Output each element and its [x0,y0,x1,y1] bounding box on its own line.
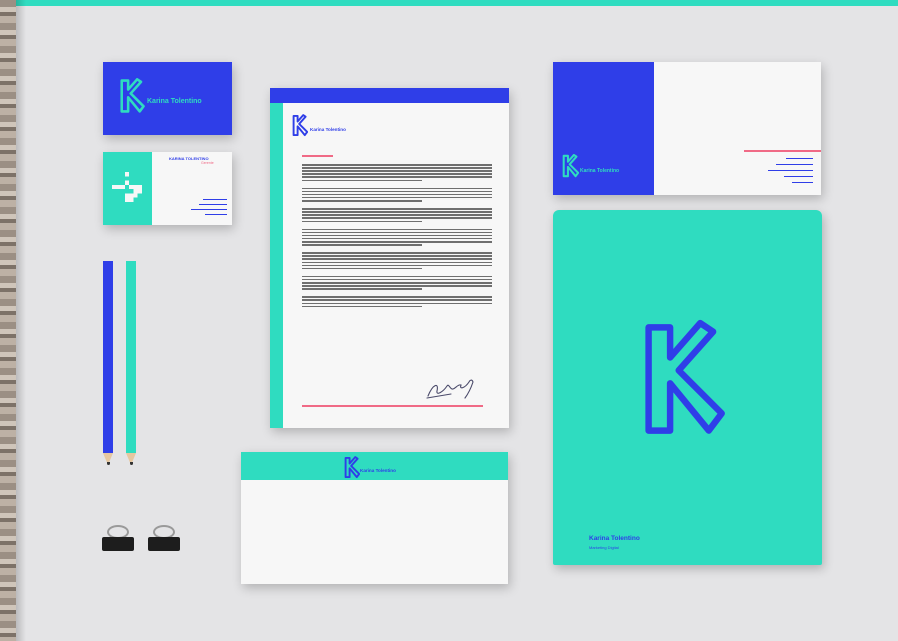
envelope-flap [241,452,508,480]
letter-text-line [302,208,492,210]
letterhead-footer-line [302,405,483,407]
letter-text-line [302,258,492,260]
address-line [768,170,813,172]
address-line [776,164,813,166]
letter-text-line [302,282,492,284]
letter-text-line [302,305,422,308]
letter-text-line [302,285,492,287]
pencil-teal [126,261,136,465]
letter-text-line [302,241,492,243]
letter-subject-line [302,155,333,157]
letter-text-line [302,237,492,240]
stone-edge [0,0,16,641]
card-contact-line [205,214,227,216]
envelope: Karina Tolentino [241,452,508,584]
card-contact-line [199,204,227,206]
top-accent-stripe [0,0,898,6]
k-logo-icon [645,319,725,434]
letter-text-line [302,217,492,219]
brand-name: Karina Tolentino [360,468,396,473]
letter-text-line [302,299,492,301]
clip-body [148,537,180,551]
letter-text-line [302,296,492,298]
letter-text-line [302,288,422,290]
letter-text-line [302,234,492,237]
letter-text-line [302,170,492,172]
letter-text-line [302,255,492,257]
letter-text-line [302,228,492,231]
letterhead-top-band [270,88,509,103]
presentation-folder: Karina Tolentino Marketing Digital [553,210,822,565]
letter-text-line [302,164,492,166]
letter-text-line [302,196,492,199]
qr-code-icon [112,172,142,202]
card-role: Gerente [201,161,214,165]
letter-text-line [302,220,422,223]
letter-text-line [302,173,492,175]
letter-text-line [302,252,492,254]
clip-body [102,537,134,551]
letter-text-line [302,244,422,246]
letter-text-line [302,187,492,190]
k-logo-icon [344,456,360,479]
letter-text-line [302,261,492,264]
letter-text-line [302,267,422,270]
letter-text-line [302,176,492,178]
business-card-back: KARINA TOLENTINO Gerente [103,152,232,225]
letter-text-line [302,278,492,281]
brand-name: Karina Tolentino [589,535,640,542]
brand-name: Karina Tolentino [147,98,202,105]
address-line [786,158,813,160]
card-contact-line [191,209,227,211]
letter-text-line [302,200,422,202]
pencil-barrel [126,261,136,453]
address-line [792,182,813,184]
envelope-accent-line [744,150,821,152]
letter-text-line [302,193,492,196]
pencil-barrel [103,261,113,453]
pencil-lead [106,462,110,465]
brand-tagline: Marketing Digital [589,545,619,550]
pencil-lead [129,462,133,465]
letterhead-sheet: Karina Tolentino [270,88,509,428]
pencil-blue [103,261,113,465]
business-card-front: Karina Tolentino [103,62,232,135]
letter-text-line [302,214,492,216]
letter-text-line [302,211,492,213]
letter-text-line [302,264,492,267]
letter-text-line [302,302,492,305]
card-contact-line [203,199,227,201]
letter-text-line [302,275,492,278]
k-logo-icon [120,78,145,113]
address-line [784,176,813,178]
letter-text-line [302,231,492,234]
letter-text-line [302,190,492,193]
edge-shadow [16,0,26,641]
large-envelope: Karina Tolentino [553,62,821,195]
letter-text-line [302,167,492,169]
signature-icon [426,379,474,399]
brand-name: Karina Tolentino [310,127,346,132]
k-logo-icon [292,114,308,137]
brand-name: Karina Tolentino [580,168,620,174]
letter-text-line [302,179,422,182]
binder-clip [148,525,180,551]
letterhead-side-band [270,103,283,428]
stationery-mockup-scene: Karina Tolentino KARINA TOLENTINO Gerent… [0,0,898,641]
k-logo-icon [562,154,579,178]
binder-clip [102,525,134,551]
